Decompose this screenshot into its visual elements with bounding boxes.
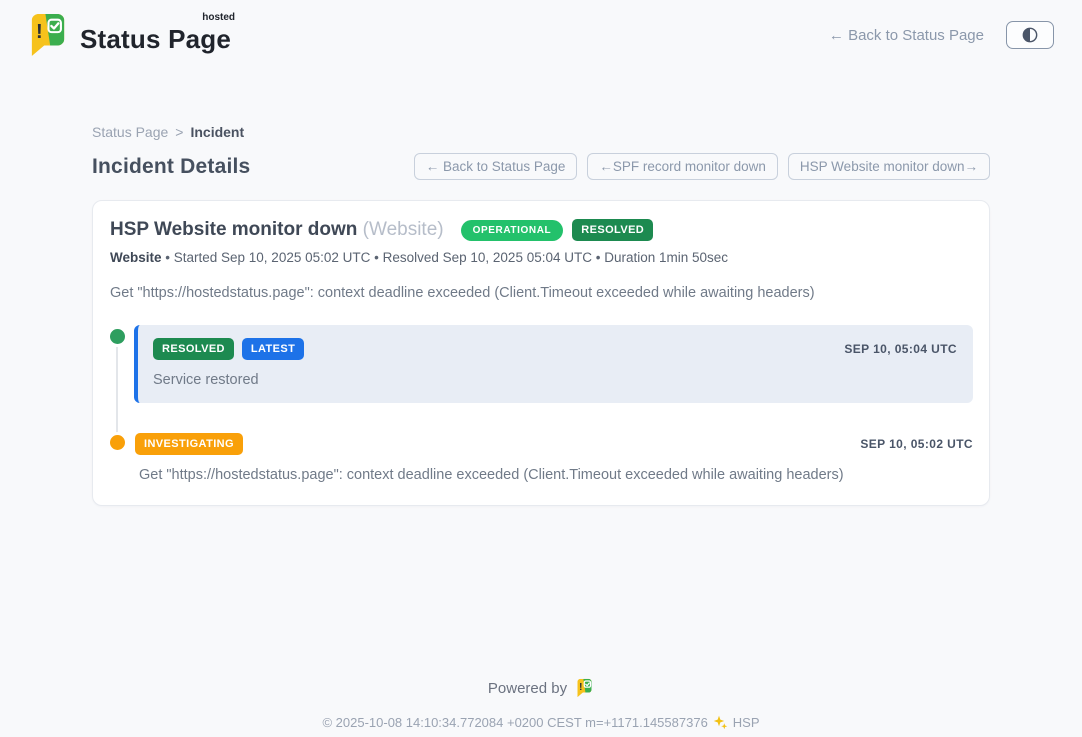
incident-card: HSP Website monitor down (Website) OPERA… — [92, 200, 990, 506]
timeline-item-header: INVESTIGATING SEP 10, 05:02 UTC — [134, 433, 973, 455]
operational-badge: OPERATIONAL — [461, 220, 564, 241]
copyright-text: © 2025-10-08 14:10:34.772084 +0200 CEST … — [322, 715, 707, 730]
timeline-dot-orange — [110, 435, 125, 450]
statuspage-logo-icon[interactable]: ! — [575, 678, 594, 698]
theme-toggle-button[interactable] — [1006, 21, 1054, 49]
resolved-badge: RESOLVED — [153, 338, 234, 360]
timeline-connector-line — [116, 337, 118, 445]
timeline-item-investigating: INVESTIGATING SEP 10, 05:02 UTC Get "htt… — [134, 433, 973, 483]
header-back-link[interactable]: ← Back to Status Page — [829, 27, 984, 44]
timeline-message: Service restored — [153, 372, 957, 388]
timeline-message: Get "https://hostedstatus.page": context… — [134, 467, 973, 483]
incident-meta-component: Website — [110, 250, 162, 265]
timeline-timestamp: SEP 10, 05:04 UTC — [844, 342, 957, 356]
incident-timeline: RESOLVED LATEST SEP 10, 05:04 UTC Servic… — [110, 325, 973, 483]
next-incident-button[interactable]: HSP Website monitor down→ — [788, 153, 990, 180]
main-content: Status Page > Incident Incident Details ← … — [92, 124, 990, 730]
title-row: Incident Details ← Back to Status Page ←… — [92, 153, 990, 180]
timeline-timestamp: SEP 10, 05:02 UTC — [860, 437, 973, 451]
brand-logo[interactable]: ! Status Page hosted — [26, 12, 231, 58]
sparkles-icon — [713, 715, 728, 730]
incident-nav-buttons: ← Back to Status Page ←SPF record monito… — [414, 153, 990, 180]
svg-text:!: ! — [36, 21, 43, 43]
statuspage-logo-icon: ! — [26, 12, 70, 58]
investigating-badge: INVESTIGATING — [135, 433, 243, 455]
page-title: Incident Details — [92, 155, 250, 179]
header-actions: ← Back to Status Page — [829, 21, 1054, 49]
timeline-dot-green — [110, 329, 125, 344]
copyright-suffix: HSP — [733, 715, 760, 730]
site-footer: Powered by ! © 2025-10-08 14:10:34.77208… — [92, 678, 990, 730]
latest-badge: LATEST — [242, 338, 304, 360]
brand-name: Status Page hosted — [80, 16, 231, 55]
timeline-item-header: RESOLVED LATEST SEP 10, 05:04 UTC — [153, 338, 957, 360]
site-header: ! Status Page hosted ← Back to Status Pa… — [0, 0, 1082, 58]
half-circle-icon — [1021, 26, 1039, 44]
prev-incident-button[interactable]: ←SPF record monitor down — [587, 153, 778, 180]
breadcrumb-separator: > — [175, 124, 183, 140]
timeline-highlight-box: RESOLVED LATEST SEP 10, 05:04 UTC Servic… — [134, 325, 973, 403]
resolved-badge: RESOLVED — [572, 219, 653, 241]
timeline-item-resolved: RESOLVED LATEST SEP 10, 05:04 UTC Servic… — [134, 325, 973, 403]
powered-by-label: Powered by — [488, 680, 567, 697]
back-to-status-page-button[interactable]: ← Back to Status Page — [414, 153, 578, 180]
breadcrumb-status-page[interactable]: Status Page — [92, 124, 168, 140]
breadcrumb-incident: Incident — [190, 124, 244, 140]
incident-meta: Website • Started Sep 10, 2025 05:02 UTC… — [110, 250, 973, 265]
page: ! Status Page hosted ← Back to Status Pa… — [0, 0, 1082, 737]
breadcrumb: Status Page > Incident — [92, 124, 990, 140]
copyright: © 2025-10-08 14:10:34.772084 +0200 CEST … — [92, 715, 990, 730]
incident-component: (Website) — [363, 219, 444, 240]
brand-superscript: hosted — [202, 12, 235, 23]
incident-card-title-row: HSP Website monitor down (Website) OPERA… — [110, 219, 973, 241]
incident-meta-details: • Started Sep 10, 2025 05:02 UTC • Resol… — [162, 250, 729, 265]
powered-by: Powered by ! — [92, 678, 990, 698]
incident-description: Get "https://hostedstatus.page": context… — [110, 285, 973, 301]
incident-title: HSP Website monitor down (Website) — [110, 219, 444, 241]
svg-text:!: ! — [579, 682, 582, 693]
